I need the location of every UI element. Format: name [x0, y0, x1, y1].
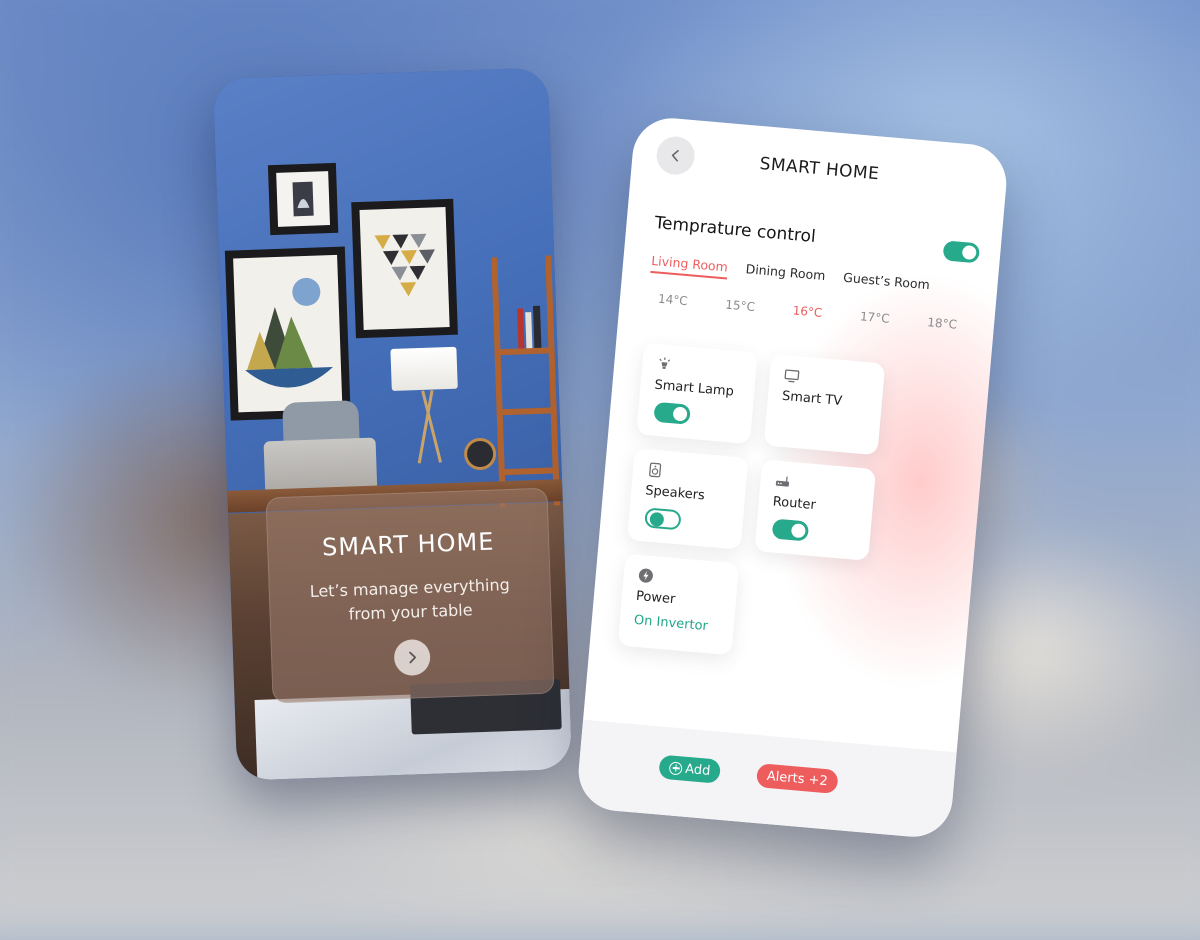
temp-option[interactable]: 17°C: [859, 309, 890, 326]
router-toggle[interactable]: [772, 518, 810, 541]
lightning-icon: [637, 567, 654, 584]
lamp: [390, 347, 457, 391]
welcome-title: SMART HOME: [267, 526, 550, 564]
temperature-control-title: Temprature control: [654, 213, 817, 247]
device-card-smart-lamp[interactable]: Smart Lamp: [636, 343, 758, 445]
device-card-router[interactable]: Router: [754, 459, 876, 561]
framed-picture: [351, 199, 458, 338]
alerts-button-label: Alerts +2: [766, 768, 828, 788]
speakers-toggle[interactable]: [644, 507, 682, 530]
smart-lamp-toggle[interactable]: [653, 402, 691, 425]
device-label: Power: [635, 589, 675, 607]
chevron-right-icon: [405, 650, 419, 664]
router-icon: [774, 472, 791, 489]
next-button[interactable]: [394, 639, 431, 676]
framed-picture: [225, 247, 351, 421]
tab-living-room[interactable]: Living Room: [650, 253, 728, 280]
temp-option[interactable]: 15°C: [725, 298, 756, 315]
welcome-subtitle: Let’s manage everything from your table: [294, 572, 526, 628]
smart-home-dashboard: SMART HOME Temprature control Living Roo…: [575, 115, 1009, 840]
welcome-screen: SMART HOME Let’s manage everything from …: [213, 67, 572, 780]
tv-icon: [783, 367, 800, 384]
temp-option-selected[interactable]: 16°C: [792, 303, 823, 320]
framed-picture: [268, 163, 338, 235]
device-card-smart-tv[interactable]: Smart TV: [764, 354, 886, 456]
device-card-power[interactable]: Power On Invertor: [618, 554, 740, 656]
device-card-speakers[interactable]: Speakers: [627, 448, 749, 550]
device-label: Speakers: [645, 483, 706, 503]
power-status: On Invertor: [633, 613, 708, 634]
alerts-button[interactable]: Alerts +2: [756, 763, 839, 794]
temperature-selector: 14°C 15°C 16°C 17°C 18°C: [657, 292, 957, 332]
tab-dining-room[interactable]: Dining Room: [745, 261, 826, 288]
device-label: Smart Lamp: [654, 378, 735, 400]
plus-circle-icon: [669, 761, 683, 775]
tab-guests-room[interactable]: Guest’s Room: [842, 270, 930, 297]
add-button[interactable]: Add: [658, 755, 721, 784]
device-label: Router: [772, 494, 816, 513]
temp-option[interactable]: 18°C: [927, 315, 958, 332]
speaker-icon: [646, 461, 663, 478]
welcome-card: SMART HOME Let’s manage everything from …: [265, 488, 554, 704]
add-button-label: Add: [685, 761, 711, 778]
lamp-icon: [656, 356, 673, 373]
device-label: Smart TV: [781, 389, 842, 409]
temp-option[interactable]: 14°C: [657, 292, 688, 309]
temperature-toggle[interactable]: [943, 240, 981, 263]
